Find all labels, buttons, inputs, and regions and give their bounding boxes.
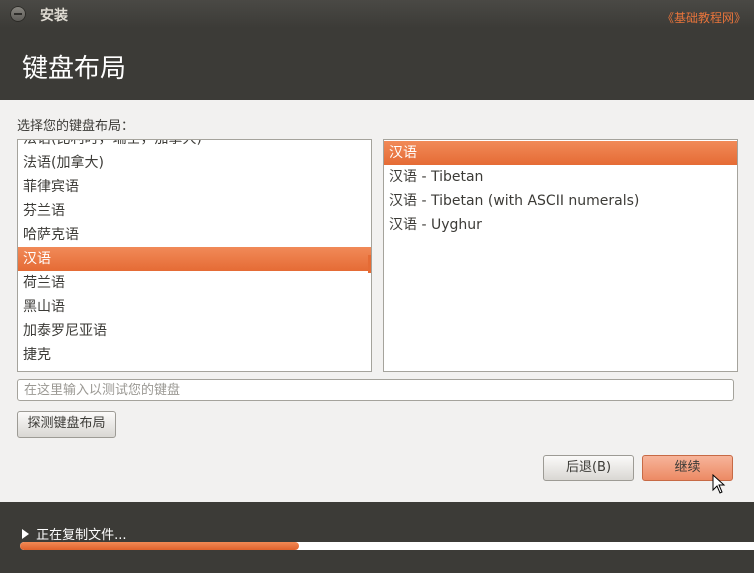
- status-line[interactable]: 正在复制文件...: [22, 524, 127, 543]
- variant-list-rows: 汉语 汉语 - Tibetan 汉语 - Tibetan (with ASCII n…: [384, 141, 737, 237]
- variant-list-item[interactable]: 汉语 - Uyghur: [384, 213, 737, 237]
- layout-list-item[interactable]: 法语(比利时，瑞士，加拿大): [18, 140, 371, 151]
- layout-list-item[interactable]: 法语(加拿大): [18, 151, 371, 175]
- expand-arrow-icon[interactable]: [22, 529, 29, 539]
- back-button[interactable]: 后退(B): [543, 455, 634, 481]
- layout-list-rows: 法语(比利时，瑞士，加拿大) 法语(加拿大) 菲律宾语 芬兰语 哈萨克语 汉语 荷兰语 黑山语…: [18, 140, 371, 371]
- page-header: 键盘布局: [0, 28, 754, 100]
- layout-list-item[interactable]: 汉语: [18, 247, 371, 271]
- layout-list-item[interactable]: 捷克: [18, 343, 371, 367]
- close-icon[interactable]: [10, 6, 26, 22]
- status-text: 正在复制文件...: [36, 528, 127, 543]
- variant-list-item[interactable]: 汉语 - Tibetan: [384, 165, 737, 189]
- layout-list-item[interactable]: 菲律宾语: [18, 175, 371, 199]
- layout-list-item[interactable]: 荷兰语: [18, 271, 371, 295]
- main-content: 选择您的键盘布局： 法语(比利时，瑞士，加拿大) 法语(加拿大) 菲律宾语 芬兰语 哈萨…: [0, 100, 754, 502]
- variant-list-item[interactable]: 汉语 - Tibetan (with ASCII numerals): [384, 189, 737, 213]
- progress-fill: [20, 542, 299, 550]
- progress-area: 正在复制文件...: [0, 502, 754, 573]
- layout-list[interactable]: 法语(比利时，瑞士，加拿大) 法语(加拿大) 菲律宾语 芬兰语 哈萨克语 汉语 荷兰语 黑山语…: [17, 139, 372, 372]
- page-title: 键盘布局: [22, 54, 127, 84]
- title-bar: 安装 《基础教程网》: [0, 0, 754, 28]
- layout-prompt-label: 选择您的键盘布局：: [17, 119, 135, 134]
- detect-layout-button[interactable]: 探测键盘布局: [17, 411, 116, 438]
- layout-list-item[interactable]: 黑山语: [18, 295, 371, 319]
- layout-list-item[interactable]: 吉尔吉斯语(吉尔吉斯斯坦): [18, 367, 371, 371]
- variant-list-item[interactable]: 汉语: [384, 141, 737, 165]
- window-title: 安装: [40, 8, 68, 24]
- layout-list-item[interactable]: 加泰罗尼亚语: [18, 319, 371, 343]
- variant-list[interactable]: 汉语 汉语 - Tibetan 汉语 - Tibetan (with ASCII n…: [383, 139, 738, 372]
- keyboard-test-input[interactable]: [17, 379, 734, 401]
- layout-list-item[interactable]: 哈萨克语: [18, 223, 371, 247]
- mouse-pointer-icon: [712, 474, 726, 494]
- watermark-text: 《基础教程网》: [661, 11, 746, 25]
- layout-list-item[interactable]: 芬兰语: [18, 199, 371, 223]
- progress-bar: [20, 542, 754, 550]
- scrollbar[interactable]: [368, 255, 371, 273]
